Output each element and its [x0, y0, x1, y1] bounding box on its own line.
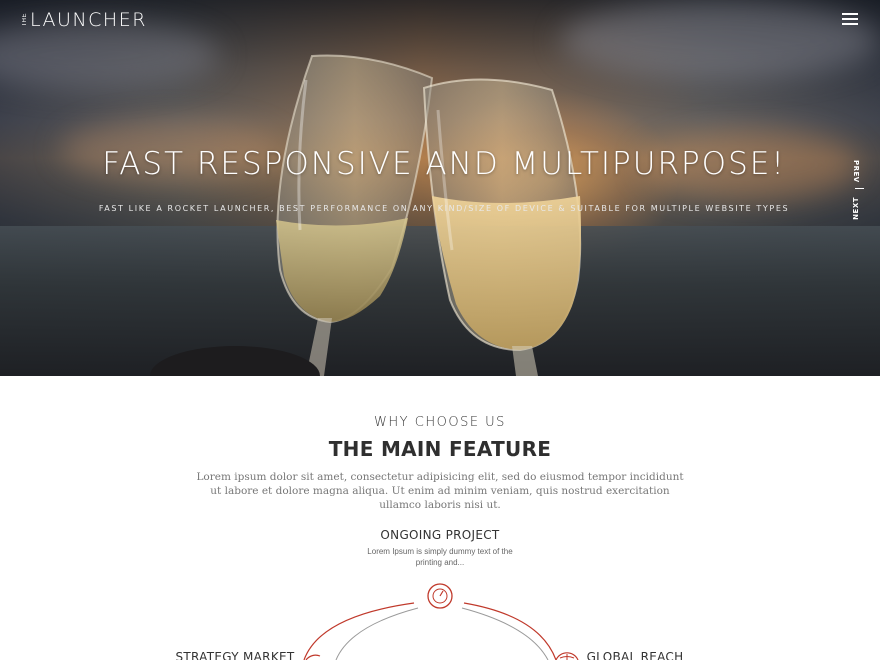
- speedometer-icon: [427, 583, 453, 609]
- champagne-glasses-image: [276, 54, 582, 376]
- feature-title-ongoing-project: ONGOING PROJECT: [380, 528, 500, 542]
- arc-left-inner: [335, 607, 419, 660]
- logo-prefix: THE: [22, 13, 28, 27]
- slider-navigation: PREV NEXT: [852, 158, 866, 220]
- arc-right-inner: [461, 607, 549, 660]
- feature-description-ongoing-project: Lorem Ipsum is simply dummy text of the …: [367, 547, 513, 567]
- hero-slider: THE LAUNCHER FAST RESPONSIVE AND MULTIPU…: [0, 0, 880, 376]
- feature-title-global-reach: GLOBAL REACH: [586, 650, 684, 660]
- menu-icon[interactable]: [842, 13, 858, 25]
- hero-subtitle: FAST LIKE A ROCKET LAUNCHER, BEST PERFOR…: [98, 204, 790, 213]
- slider-nav-divider: [855, 188, 864, 189]
- logo-text: LAUNCHER: [30, 9, 147, 31]
- arc-left-outer: [303, 602, 415, 660]
- section-eyebrow: WHY CHOOSE US: [374, 415, 506, 430]
- section-description: Lorem ipsum dolor sit amet, consectetur …: [196, 471, 684, 511]
- slider-next-button[interactable]: NEXT: [852, 197, 860, 220]
- site-logo[interactable]: THE LAUNCHER: [22, 8, 147, 32]
- section-title: THE MAIN FEATURE: [328, 437, 552, 461]
- slider-prev-button[interactable]: PREV: [852, 160, 860, 183]
- hero-title: FAST RESPONSIVE AND MULTIPURPOSE!: [102, 146, 786, 182]
- features-arc-diagram: [303, 583, 579, 660]
- feature-title-strategy-market: STRATEGY MARKET: [175, 650, 295, 660]
